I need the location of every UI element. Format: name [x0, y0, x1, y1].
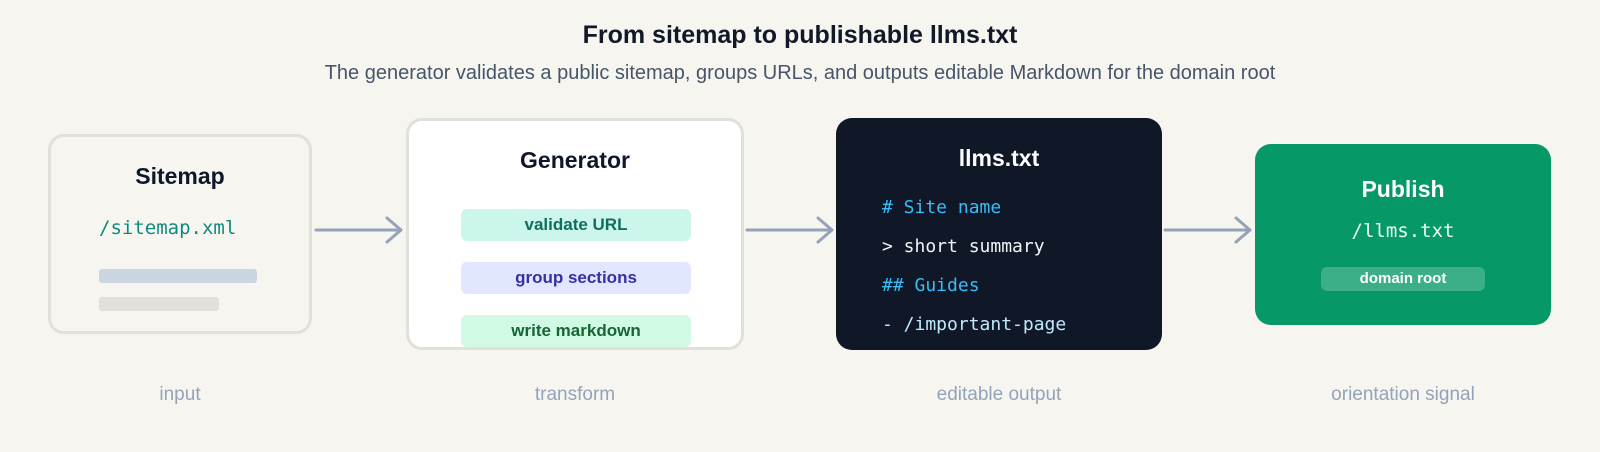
arrow-right-icon — [745, 216, 834, 244]
code-line-important-page: - /important-page — [882, 314, 1067, 335]
code-line-site-name: # Site name — [882, 197, 1002, 218]
stage-label-editable-output: editable output — [936, 384, 1062, 405]
step-write-markdown: write markdown — [461, 315, 691, 347]
placeholder-line — [99, 269, 257, 283]
llms-txt-title: llms.txt — [958, 145, 1040, 171]
sitemap-title: Sitemap — [135, 163, 225, 189]
llms-txt-card: llms.txt # Site name > short summary ## … — [836, 118, 1162, 350]
arrow-right-icon — [1163, 216, 1252, 244]
publish-title: Publish — [1361, 176, 1445, 202]
diagram-subtitle: The generator validates a public sitemap… — [324, 62, 1276, 84]
code-line-guides: ## Guides — [882, 275, 980, 296]
domain-root-badge: domain root — [1321, 267, 1485, 291]
placeholder-line — [99, 297, 219, 311]
arrow-right-icon — [314, 216, 403, 244]
step-validate-url: validate URL — [461, 209, 691, 241]
step-group-sections: group sections — [461, 262, 691, 294]
stage-label-transform: transform — [534, 384, 616, 405]
stage-label-orientation-signal: orientation signal — [1331, 384, 1475, 405]
sitemap-path: /sitemap.xml — [99, 217, 237, 239]
generator-title: Generator — [520, 147, 630, 173]
generator-card: Generator validate URL group sections wr… — [406, 118, 744, 350]
diagram-title: From sitemap to publishable llms.txt — [582, 21, 1018, 49]
publish-path: /llms.txt — [1351, 220, 1455, 242]
stage-label-input: input — [159, 384, 201, 405]
code-line-summary: > short summary — [882, 236, 1045, 257]
publish-card: Publish /llms.txt domain root — [1255, 144, 1551, 325]
sitemap-card: Sitemap /sitemap.xml — [48, 134, 312, 334]
